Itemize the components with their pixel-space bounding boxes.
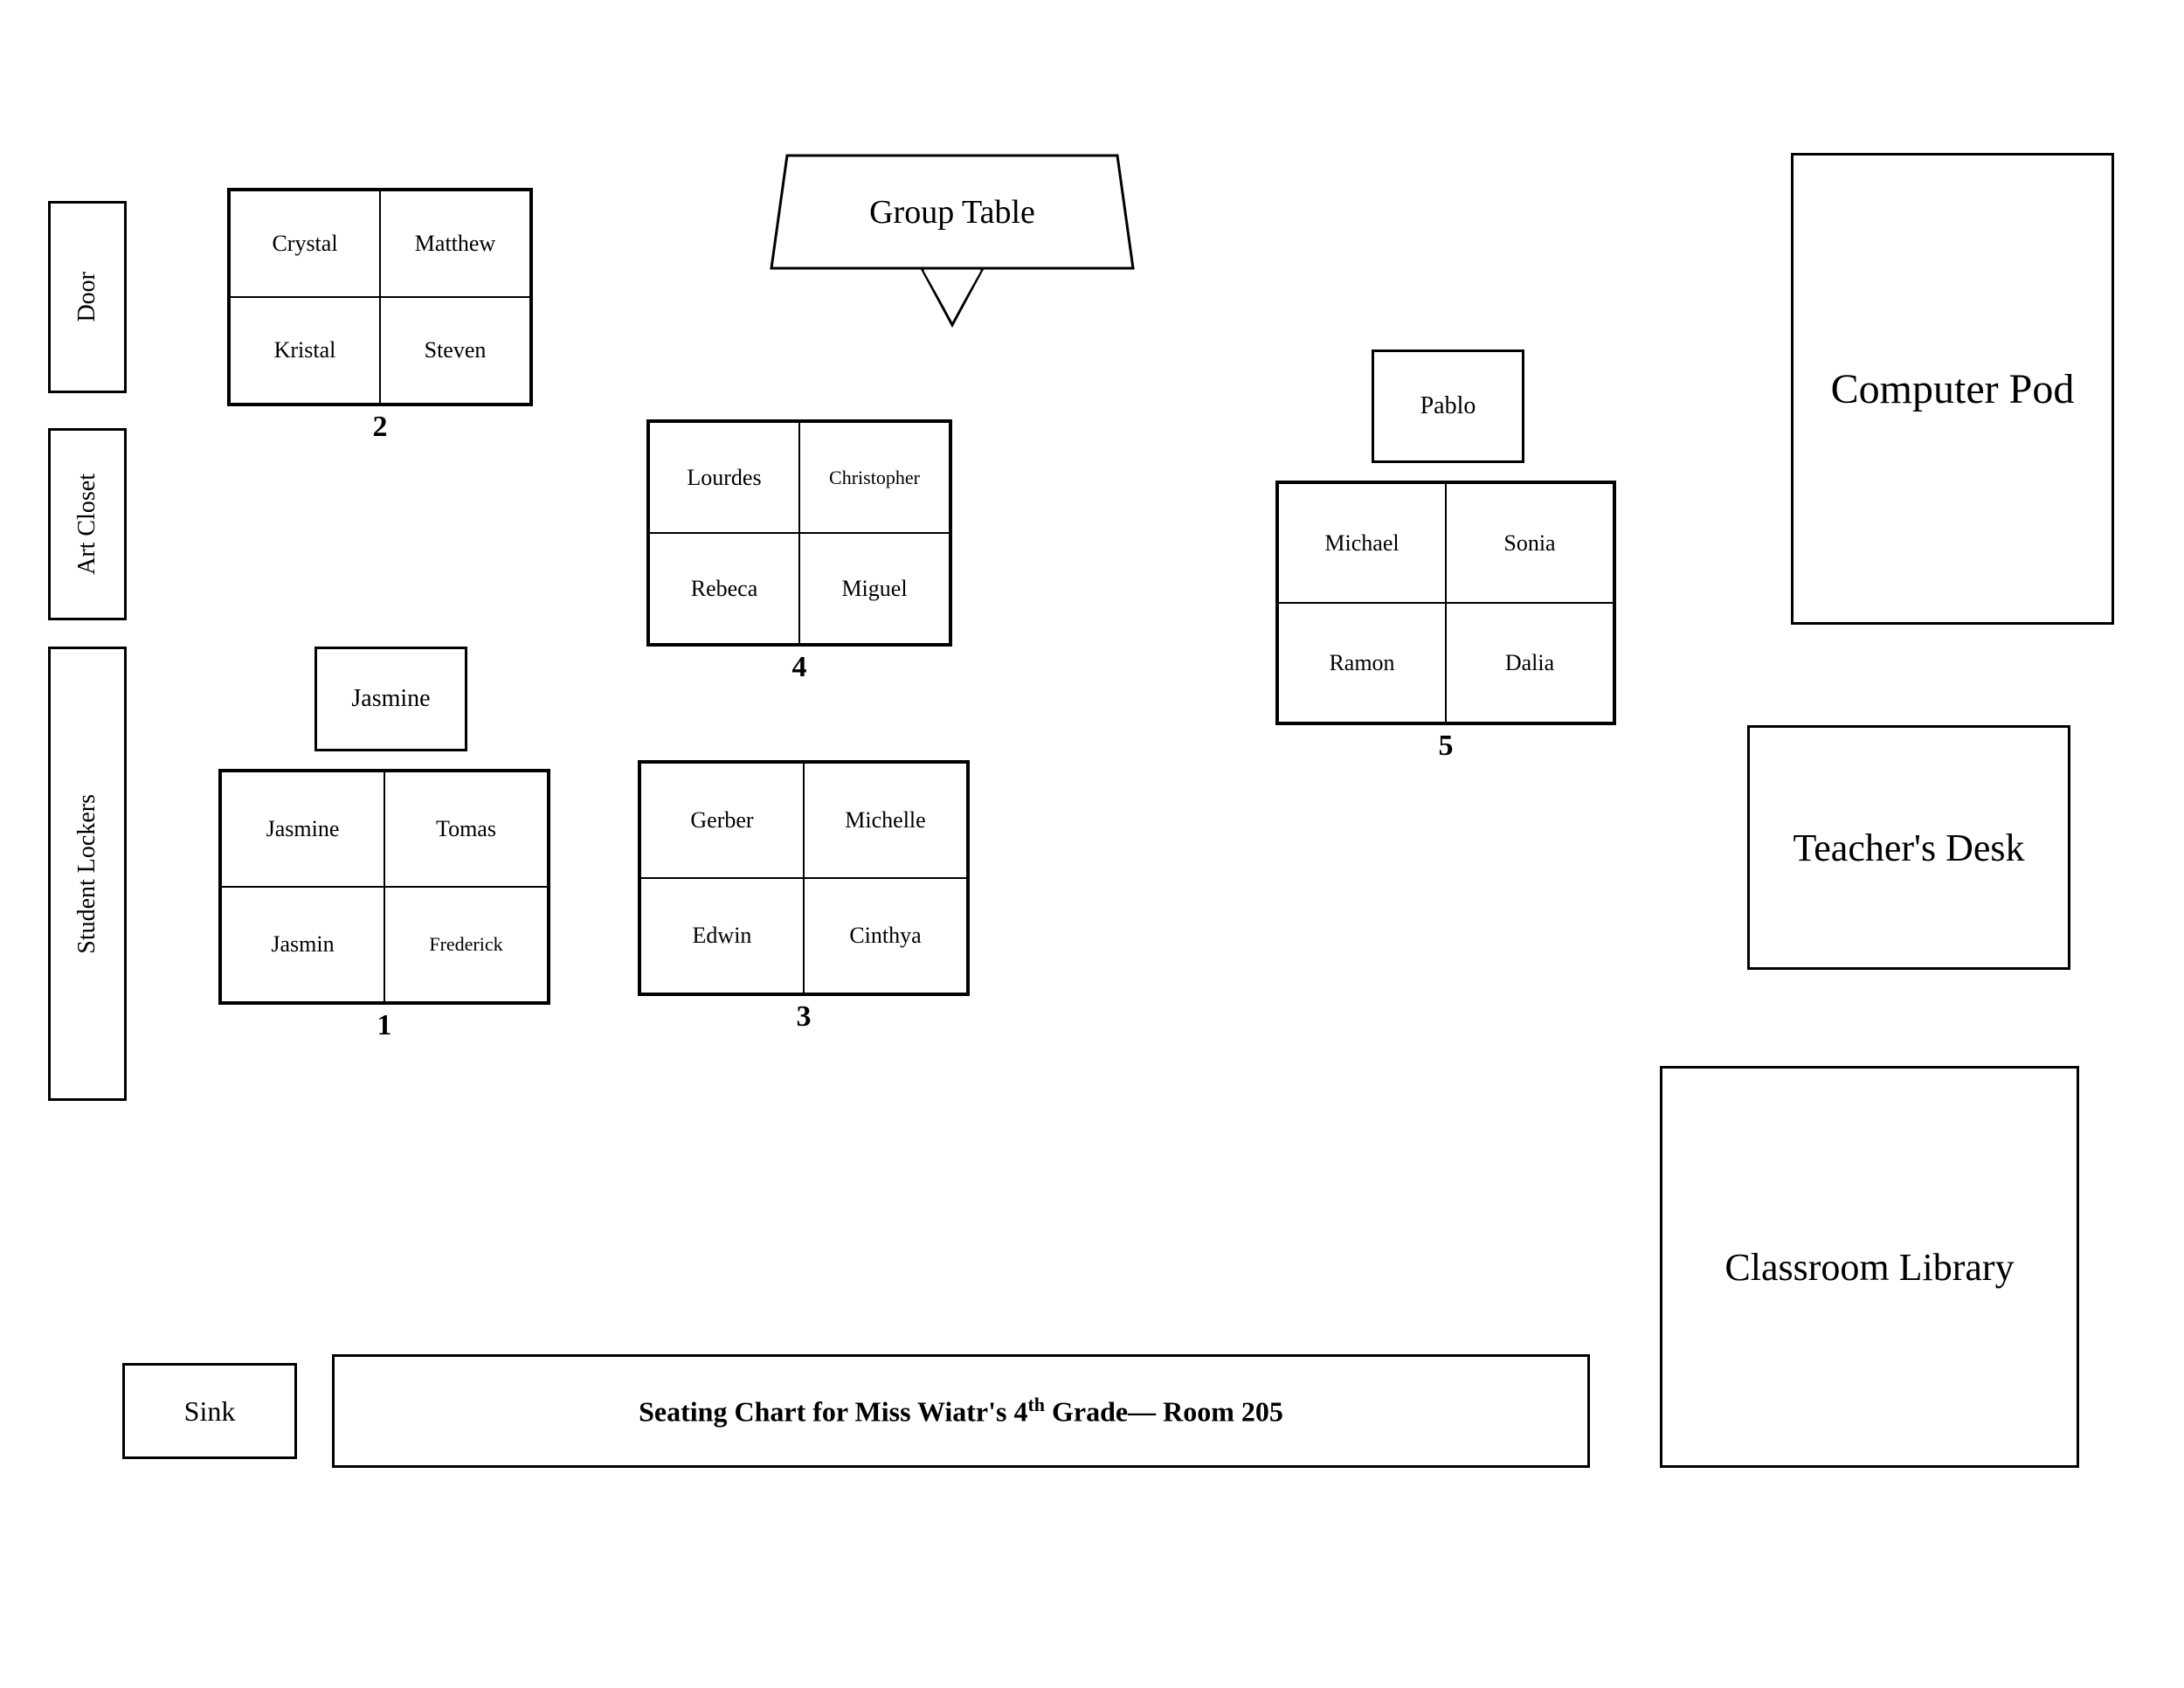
desk-miguel: Miguel <box>799 533 950 644</box>
art-closet-label: Art Closet <box>48 428 127 620</box>
desk-dalia: Dalia <box>1446 603 1614 723</box>
desk-matthew: Matthew <box>380 190 530 297</box>
desk-group-4: Lourdes Christopher Rebeca Miguel 4 <box>646 419 952 684</box>
desk-group-3: Gerber Michelle Edwin Cinthya 3 <box>638 760 970 1034</box>
desk-steven: Steven <box>380 297 530 404</box>
teachers-desk-label: Teacher's Desk <box>1747 725 2070 970</box>
classroom-library-label: Classroom Library <box>1660 1066 2079 1468</box>
seating-chart-title: Seating Chart for Miss Wiatr's 4th Grade… <box>332 1354 1590 1468</box>
room-layout: Door Art Closet Student Lockers Group Ta… <box>0 0 2184 1688</box>
group-number-5: 5 <box>1275 730 1616 763</box>
desk-group-5: Michael Sonia Ramon Dalia 5 <box>1275 481 1616 763</box>
desk-michael: Michael <box>1278 483 1446 603</box>
group-number-3: 3 <box>638 1000 970 1034</box>
group-number-4: 4 <box>646 651 952 684</box>
group-table-label: Group Table <box>869 194 1035 231</box>
student-lockers-label: Student Lockers <box>48 647 127 1101</box>
group-table: Group Table <box>769 153 1136 319</box>
title-text: Seating Chart for Miss Wiatr's 4th Grade… <box>639 1394 1283 1429</box>
group-number-2: 2 <box>227 411 533 444</box>
desk-crystal: Crystal <box>230 190 380 297</box>
desk-pablo: Pablo <box>1372 349 1524 463</box>
computer-pod-label: Computer Pod <box>1791 153 2114 625</box>
desk-tomas: Tomas <box>384 771 548 887</box>
desk-rebeca: Rebeca <box>649 533 799 644</box>
door-label: Door <box>48 201 127 393</box>
desk-kristal: Kristal <box>230 297 380 404</box>
desk-sonia: Sonia <box>1446 483 1614 603</box>
desk-group-1: Jasmine Tomas Jasmin Frederick 1 <box>218 769 550 1042</box>
desk-ramon: Ramon <box>1278 603 1446 723</box>
desk-michelle: Michelle <box>804 763 967 878</box>
desk-jasmin: Jasmin <box>221 887 384 1002</box>
desk-cinthya: Cinthya <box>804 878 967 993</box>
group-number-1: 1 <box>218 1009 550 1042</box>
sink-label: Sink <box>122 1363 297 1459</box>
desk-group-2: Crystal Matthew Kristal Steven 2 <box>227 188 533 444</box>
desk-jasmine: Jasmine <box>221 771 384 887</box>
desk-christopher: Christopher <box>799 422 950 533</box>
desk-gerber: Gerber <box>640 763 804 878</box>
desk-frederick: Frederick <box>384 887 548 1002</box>
desk-jasmine-single: Jasmine <box>314 647 467 751</box>
desk-edwin: Edwin <box>640 878 804 993</box>
desk-lourdes: Lourdes <box>649 422 799 533</box>
